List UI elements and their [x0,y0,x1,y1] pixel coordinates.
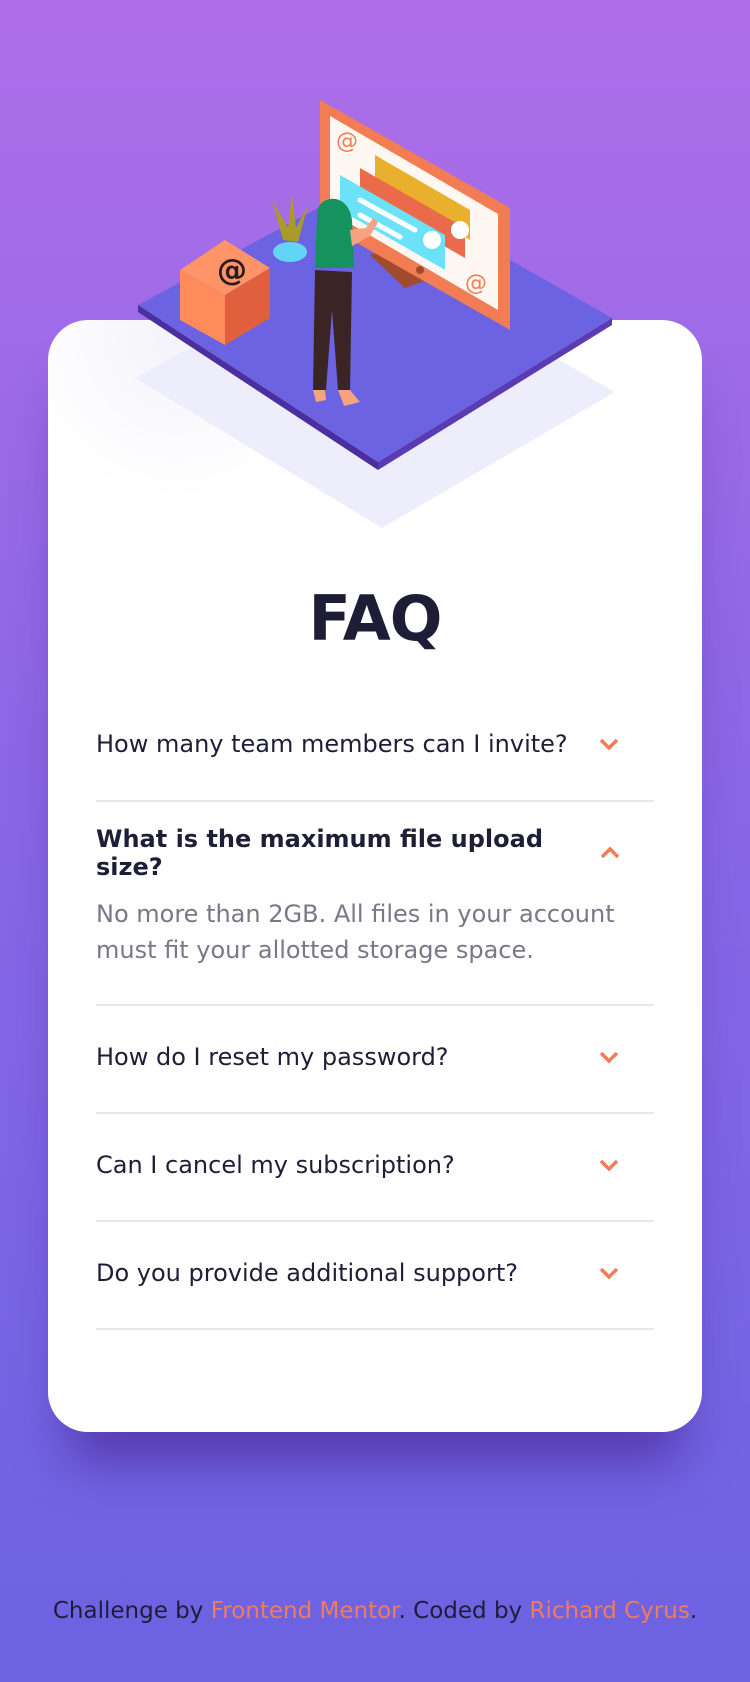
answer-text: No more than 2GB. All files in your acco… [96,900,615,964]
faq-question-toggle[interactable]: How do I reset my password? [96,1006,654,1112]
attribution-suffix: . [689,1598,698,1624]
faq-question-toggle[interactable]: Can I cancel my subscription? [96,1114,654,1220]
chevron-down-icon [594,1263,624,1283]
svg-text:@: @ [465,271,487,296]
question-text: What is the maximum file upload size? [96,825,544,881]
faq-question-toggle[interactable]: How many team members can I invite? [96,692,654,800]
svg-text:@: @ [336,129,358,154]
chevron-down-icon [594,1047,624,1067]
question-text: How do I reset my password? [96,1043,449,1071]
faq-item: Can I cancel my subscription? [96,1114,654,1222]
faq-list: How many team members can I invite? What… [96,704,654,1330]
attribution-middle: . Coded by [398,1598,530,1624]
faq-item: What is the maximum file upload size? No… [96,802,654,1006]
question-text: Can I cancel my subscription? [96,1151,455,1179]
page-title: FAQ [308,582,443,655]
question-text: Do you provide additional support? [96,1259,518,1287]
chevron-down-icon [594,734,624,754]
faq-item: How many team members can I invite? [96,692,654,802]
frontend-mentor-link[interactable]: Frontend Mentor [211,1598,399,1624]
question-text: How many team members can I invite? [96,730,568,758]
chevron-up-icon [595,843,624,863]
faq-item: How do I reset my password? [96,1006,654,1114]
attribution-prefix: Challenge by [52,1598,211,1624]
chevron-down-icon [594,1155,624,1175]
faq-question-toggle[interactable]: Do you provide additional support? [96,1222,654,1328]
faq-item: Do you provide additional support? [96,1222,654,1330]
attribution: Challenge by Frontend Mentor. Coded by R… [0,1598,750,1624]
woman-online-illustration: @ @ @ [135,100,615,528]
svg-text:@: @ [217,253,247,288]
author-link[interactable]: Richard Cyrus [529,1598,689,1624]
faq-question-toggle[interactable]: What is the maximum file upload size? [96,802,654,908]
